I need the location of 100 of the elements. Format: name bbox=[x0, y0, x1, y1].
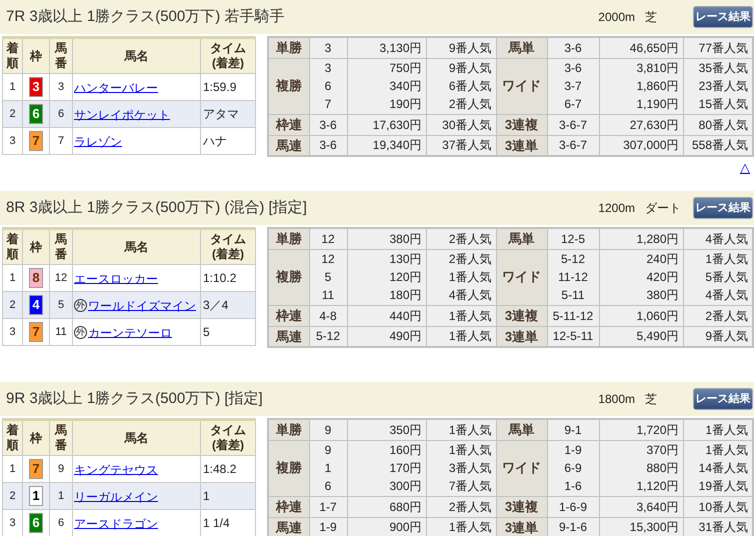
payout-amount: 380円 bbox=[347, 228, 426, 249]
place-cell: 3 bbox=[2, 128, 22, 154]
combo-text: 9 bbox=[309, 419, 347, 440]
column-header: 馬名 bbox=[72, 38, 200, 74]
column-header: 馬名 bbox=[72, 228, 200, 264]
popularity-text: 6番人気 bbox=[448, 78, 492, 95]
payout-amount: 880円 bbox=[645, 460, 678, 477]
combo-text: 3 bbox=[324, 60, 332, 77]
race-title: 9R 3歳以上 1勝クラス(500万下) [指定] bbox=[6, 388, 263, 409]
column-header: タイム (着差) bbox=[200, 38, 256, 74]
payout-amount: 1,190円 bbox=[635, 96, 678, 113]
time-cell: ハナ bbox=[200, 128, 256, 154]
column-header: 馬名 bbox=[72, 420, 200, 456]
race-result-button[interactable]: レース結果 bbox=[693, 388, 753, 410]
bet-type-cell: 3連単 bbox=[496, 517, 547, 536]
bet-type-cell: 馬単 bbox=[496, 419, 547, 440]
back-to-top-link[interactable]: △ bbox=[740, 161, 750, 174]
frame-badge: 1 bbox=[29, 486, 43, 506]
popularity-text: 1番人気 bbox=[704, 251, 748, 268]
number-cell: 7 bbox=[50, 128, 72, 154]
popularity-text: 2番人気 bbox=[426, 228, 496, 249]
combo-text: 12 bbox=[309, 228, 347, 249]
payout-amount: 130円 bbox=[388, 251, 422, 268]
popularity-text: 4番人気 bbox=[448, 287, 492, 304]
payout-amount: 1,120円 bbox=[635, 478, 678, 495]
payout-amount: 340円 bbox=[388, 78, 422, 95]
combo-text: 7 bbox=[324, 96, 332, 113]
bet-type-cell: 単勝 bbox=[268, 37, 309, 58]
distance-text: 1800m bbox=[598, 391, 635, 408]
bet-type-cell: 馬連 bbox=[268, 517, 309, 536]
popularity-text: 1番人気 bbox=[426, 517, 496, 536]
bet-type-cell: 馬連 bbox=[268, 326, 309, 347]
column-header: 馬 番 bbox=[50, 228, 72, 264]
bet-type-cell: 馬連 bbox=[268, 135, 309, 156]
horse-name-link[interactable]: カーンテソーロ bbox=[88, 325, 172, 340]
popularity-text: 2番人気 bbox=[683, 305, 753, 326]
combo-text: 3-6 bbox=[563, 60, 583, 77]
popularity-text: 23番人気 bbox=[698, 78, 748, 95]
combo-text: 3-6 bbox=[309, 114, 347, 135]
popularity-text: 7番人気 bbox=[448, 478, 492, 495]
payout-amount: 170円 bbox=[388, 460, 422, 477]
popularity-text: 2番人気 bbox=[448, 96, 492, 113]
combo-text: 12 bbox=[320, 251, 336, 268]
bet-type-cell: 枠連 bbox=[268, 114, 309, 135]
bet-type-cell: ワイド bbox=[496, 58, 547, 114]
bet-type-cell: ワイド bbox=[496, 440, 547, 496]
combo-text: 9-1 bbox=[547, 419, 599, 440]
combo-text: 11 bbox=[320, 287, 336, 304]
payout-amount: 680円 bbox=[347, 496, 426, 517]
payout-amount: 900円 bbox=[347, 517, 426, 536]
combo-text: 5-11 bbox=[560, 287, 586, 304]
payout-amount: 1,720円 bbox=[599, 419, 683, 440]
payout-amount: 17,630円 bbox=[347, 114, 426, 135]
combo-text: 6 bbox=[324, 478, 332, 495]
popularity-text: 15番人気 bbox=[698, 96, 748, 113]
foreign-mark: 外 bbox=[74, 298, 87, 312]
frame-badge: 6 bbox=[29, 104, 43, 124]
popularity-text: 31番人気 bbox=[683, 517, 753, 536]
popularity-text: 1番人気 bbox=[683, 419, 753, 440]
popularity-text: 5番人気 bbox=[704, 269, 748, 286]
popularity-text: 1番人気 bbox=[426, 419, 496, 440]
popularity-text: 10番人気 bbox=[683, 496, 753, 517]
frame-badge: 7 bbox=[29, 131, 43, 151]
popularity-text: 1番人気 bbox=[426, 326, 496, 347]
column-header: タイム (着差) bbox=[200, 228, 256, 264]
race-result-button[interactable]: レース結果 bbox=[693, 6, 753, 28]
payout-amount: 3,130円 bbox=[347, 37, 426, 58]
frame-badge: 7 bbox=[29, 322, 43, 342]
payout-amount: 490円 bbox=[347, 326, 426, 347]
horse-name-link[interactable]: ワールドイズマイン bbox=[88, 298, 196, 312]
popularity-text: 1番人気 bbox=[426, 305, 496, 326]
column-header: 着 順 bbox=[2, 228, 22, 264]
place-cell: 3 bbox=[2, 318, 22, 346]
popularity-text: 9番人気 bbox=[426, 37, 496, 58]
bet-type-cell: 複勝 bbox=[268, 440, 309, 496]
popularity-text: 2番人気 bbox=[426, 496, 496, 517]
combo-text: 6-9 bbox=[563, 460, 583, 477]
frame-badge: 3 bbox=[29, 77, 43, 97]
race-result-button[interactable]: レース結果 bbox=[693, 197, 753, 219]
popularity-text: 14番人気 bbox=[698, 460, 748, 477]
popularity-text: 37番人気 bbox=[426, 135, 496, 156]
payout-amount: 300円 bbox=[388, 478, 422, 495]
payout-amount: 370円 bbox=[645, 442, 678, 459]
column-header: 着 順 bbox=[2, 38, 22, 74]
popularity-text: 1番人気 bbox=[448, 442, 492, 459]
payout-amount: 307,000円 bbox=[599, 135, 683, 156]
bet-type-cell: 枠連 bbox=[268, 496, 309, 517]
combo-text: 6-7 bbox=[563, 96, 583, 113]
payout-amount: 27,630円 bbox=[599, 114, 683, 135]
combo-text: 1-9 bbox=[309, 517, 347, 536]
bet-type-cell: ワイド bbox=[496, 249, 547, 305]
time-cell: 1 1/4 bbox=[200, 510, 256, 536]
column-header: 枠 bbox=[22, 420, 50, 456]
popularity-text: 77番人気 bbox=[683, 37, 753, 58]
bet-type-cell: 3連複 bbox=[496, 114, 547, 135]
popularity-text: 4番人気 bbox=[683, 228, 753, 249]
combo-text: 1-6-9 bbox=[547, 496, 599, 517]
bet-type-cell: 枠連 bbox=[268, 305, 309, 326]
column-header: 馬 番 bbox=[50, 420, 72, 456]
combo-text: 3-6-7 bbox=[547, 114, 599, 135]
